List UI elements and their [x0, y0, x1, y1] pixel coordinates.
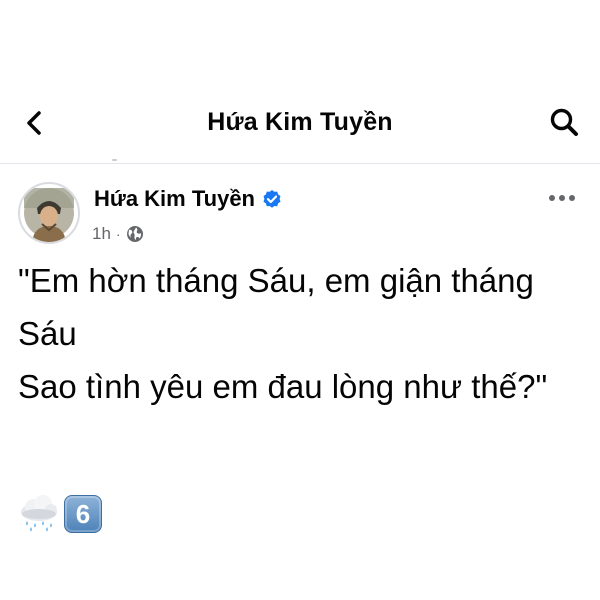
post-meta: 1h · — [92, 222, 144, 246]
header-title: Hứa Kim Tuyền — [207, 108, 393, 136]
top-header: Hứa Kim Tuyền — [0, 92, 600, 154]
scroll-indicator — [112, 159, 117, 161]
emoji-row: 6 — [18, 494, 102, 534]
author-row: Hứa Kim Tuyền — [94, 184, 282, 214]
header-divider — [0, 163, 600, 164]
avatar-photo — [24, 188, 74, 242]
post-page: Hứa Kim Tuyền Hứa Kim Tuyền 1h · "Em hờn… — [0, 0, 600, 600]
more-horizontal-icon — [549, 195, 575, 201]
keycap-six-emoji: 6 — [64, 495, 102, 533]
meta-separator: · — [115, 226, 121, 242]
more-options-button[interactable] — [544, 186, 580, 210]
post-text: "Em hờn tháng Sáu, em giận tháng Sáu Sao… — [18, 262, 548, 405]
verified-badge-icon — [262, 189, 282, 209]
search-icon — [550, 108, 578, 136]
post-time[interactable]: 1h — [92, 224, 111, 244]
globe-icon[interactable] — [126, 225, 144, 243]
author-name[interactable]: Hứa Kim Tuyền — [94, 186, 255, 212]
author-avatar[interactable] — [18, 182, 80, 244]
search-button[interactable] — [546, 104, 582, 140]
cloud-with-rain-emoji — [21, 495, 57, 532]
